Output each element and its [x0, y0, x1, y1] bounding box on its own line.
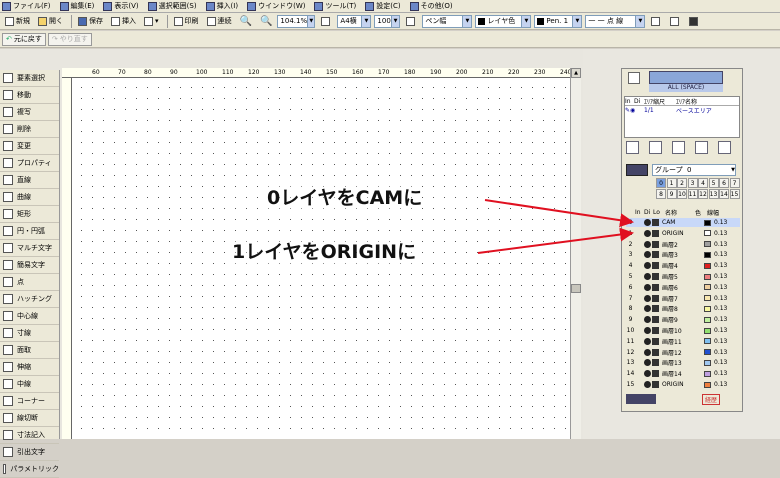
tool-parametric[interactable]: パラメトリック: [0, 461, 59, 478]
tool-parametric-label: パラメトリック: [10, 465, 59, 473]
arrow-to-layer1: [477, 227, 634, 254]
arrow-to-layer0: [484, 199, 634, 228]
tool-leader-icon: [3, 447, 13, 457]
tool-leader[interactable]: 引出文字: [0, 444, 59, 461]
tool-leader-label: 引出文字: [17, 448, 45, 456]
tool-parametric-icon: [3, 464, 7, 474]
annotation-arrows: [477, 199, 634, 254]
